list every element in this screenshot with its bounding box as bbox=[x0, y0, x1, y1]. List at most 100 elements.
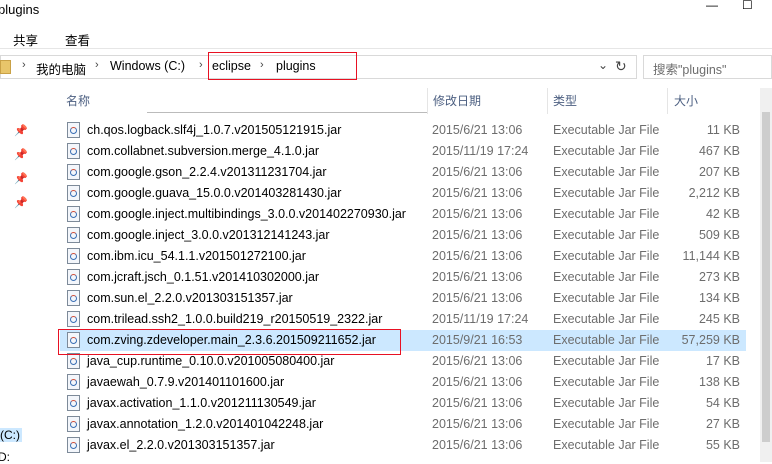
title-bar bbox=[0, 0, 772, 24]
file-row[interactable]: com.google.inject.multibindings_3.0.0.v2… bbox=[60, 204, 746, 225]
file-type: Executable Jar File bbox=[553, 438, 660, 452]
file-name: javax.activation_1.1.0.v201211130549.jar bbox=[87, 396, 316, 410]
jar-file-icon bbox=[67, 374, 80, 390]
jar-file-icon bbox=[67, 269, 80, 285]
file-row[interactable]: com.google.guava_15.0.0.v201403281430.ja… bbox=[60, 183, 746, 204]
file-type: Executable Jar File bbox=[553, 207, 660, 221]
file-row[interactable]: javax.el_2.2.0.v201303151357.jar 2015/6/… bbox=[60, 435, 746, 456]
file-row[interactable]: com.sun.el_2.2.0.v201303151357.jar 2015/… bbox=[60, 288, 746, 309]
file-type: Executable Jar File bbox=[553, 375, 660, 389]
file-date: 2015/6/21 13:06 bbox=[432, 291, 523, 305]
file-date: 2015/6/21 13:06 bbox=[432, 123, 523, 137]
file-type: Executable Jar File bbox=[553, 354, 660, 368]
file-size: 245 KB bbox=[698, 312, 740, 326]
file-type: Executable Jar File bbox=[553, 396, 660, 410]
file-name: com.collabnet.subversion.merge_4.1.0.jar bbox=[87, 144, 320, 158]
file-row[interactable]: com.ibm.icu_54.1.1.v201501272100.jar 201… bbox=[60, 246, 746, 267]
minimize-button[interactable]: — bbox=[706, 0, 718, 12]
file-size: 2,212 KB bbox=[688, 186, 740, 200]
breadcrumb-drive-c[interactable]: Windows (C:) bbox=[110, 59, 185, 73]
file-date: 2015/6/21 13:06 bbox=[432, 186, 523, 200]
file-date: 2015/9/21 16:53 bbox=[432, 333, 523, 347]
file-row[interactable]: com.trilead.ssh2_1.0.0.build219_r2015051… bbox=[60, 309, 746, 330]
tab-share[interactable]: 共享 bbox=[13, 30, 38, 49]
file-type: Executable Jar File bbox=[553, 186, 660, 200]
file-row[interactable]: javaewah_0.7.9.v201401101600.jar 2015/6/… bbox=[60, 372, 746, 393]
jar-file-icon bbox=[67, 122, 80, 138]
file-date: 2015/6/21 13:06 bbox=[432, 270, 523, 284]
file-list: ch.qos.logback.slf4j_1.0.7.v201505121915… bbox=[0, 118, 760, 462]
file-name: ch.qos.logback.slf4j_1.0.7.v201505121915… bbox=[87, 123, 342, 137]
file-date: 2015/6/21 13:06 bbox=[432, 354, 523, 368]
file-type: Executable Jar File bbox=[553, 417, 660, 431]
jar-file-icon bbox=[67, 248, 80, 264]
tab-view[interactable]: 查看 bbox=[65, 30, 90, 49]
scrollbar-thumb[interactable] bbox=[762, 112, 770, 442]
file-name: javax.el_2.2.0.v201303151357.jar bbox=[87, 438, 275, 452]
file-name: com.sun.el_2.2.0.v201303151357.jar bbox=[87, 291, 293, 305]
file-type: Executable Jar File bbox=[553, 249, 660, 263]
file-name: javaewah_0.7.9.v201401101600.jar bbox=[87, 375, 285, 389]
file-size: 138 KB bbox=[698, 375, 740, 389]
file-row[interactable]: javax.annotation_1.2.0.v201401042248.jar… bbox=[60, 414, 746, 435]
file-size: 27 KB bbox=[705, 417, 740, 431]
file-type: Executable Jar File bbox=[553, 165, 660, 179]
search-placeholder: 搜索"plugins" bbox=[653, 63, 727, 77]
column-header-type[interactable]: 类型 bbox=[553, 92, 577, 109]
file-size: 55 KB bbox=[705, 438, 740, 452]
file-size: 54 KB bbox=[705, 396, 740, 410]
file-name: com.jcraft.jsch_0.1.51.v201410302000.jar bbox=[87, 270, 320, 284]
file-name: java_cup.runtime_0.10.0.v201005080400.ja… bbox=[87, 354, 335, 368]
file-type: Executable Jar File bbox=[553, 291, 660, 305]
file-size: 11,144 KB bbox=[682, 249, 740, 263]
breadcrumb-my-computer[interactable]: 我的电脑 bbox=[36, 59, 86, 78]
column-header-size[interactable]: 大小 bbox=[674, 92, 698, 109]
jar-file-icon bbox=[67, 206, 80, 222]
file-name: com.google.guava_15.0.0.v201403281430.ja… bbox=[87, 186, 342, 200]
file-type: Executable Jar File bbox=[553, 123, 660, 137]
chevron-right-icon: › bbox=[199, 59, 203, 71]
file-size: 42 KB bbox=[705, 207, 740, 221]
jar-file-icon bbox=[67, 437, 80, 453]
column-header-name[interactable]: 名称 bbox=[66, 92, 90, 109]
jar-file-icon bbox=[67, 395, 80, 411]
file-row[interactable]: javax.activation_1.1.0.v201211130549.jar… bbox=[60, 393, 746, 414]
file-size: 57,259 KB bbox=[681, 333, 740, 347]
file-date: 2015/6/21 13:06 bbox=[432, 396, 523, 410]
folder-icon bbox=[0, 60, 11, 74]
file-date: 2015/6/21 13:06 bbox=[432, 207, 523, 221]
file-row[interactable]: com.google.inject_3.0.0.v201312141243.ja… bbox=[60, 225, 746, 246]
file-size: 467 KB bbox=[698, 144, 740, 158]
file-size: 509 KB bbox=[698, 228, 740, 242]
file-date: 2015/11/19 17:24 bbox=[432, 312, 529, 326]
jar-file-icon bbox=[67, 143, 80, 159]
file-row[interactable]: com.jcraft.jsch_0.1.51.v201410302000.jar… bbox=[60, 267, 746, 288]
chevron-right-icon: › bbox=[95, 59, 99, 71]
list-item-partial bbox=[60, 108, 746, 116]
jar-file-icon bbox=[67, 311, 80, 327]
file-row[interactable]: ch.qos.logback.slf4j_1.0.7.v201505121915… bbox=[60, 120, 746, 141]
file-date: 2015/6/21 13:06 bbox=[432, 375, 523, 389]
file-size: 134 KB bbox=[698, 291, 740, 305]
file-type: Executable Jar File bbox=[553, 270, 660, 284]
file-row[interactable]: com.google.gson_2.2.4.v201311231704.jar … bbox=[60, 162, 746, 183]
file-name: javax.annotation_1.2.0.v201401042248.jar bbox=[87, 417, 324, 431]
column-header-date[interactable]: 修改日期 bbox=[433, 92, 481, 109]
file-type: Executable Jar File bbox=[553, 228, 660, 242]
file-date: 2015/6/21 13:06 bbox=[432, 165, 523, 179]
file-size: 207 KB bbox=[698, 165, 740, 179]
path-highlight bbox=[208, 52, 357, 80]
file-type: Executable Jar File bbox=[553, 333, 660, 347]
jar-file-icon bbox=[67, 185, 80, 201]
jar-file-icon bbox=[67, 353, 80, 369]
jar-file-icon bbox=[67, 416, 80, 432]
chevron-down-icon[interactable]: ⌄ bbox=[598, 58, 608, 72]
ribbon bbox=[0, 24, 772, 49]
file-type: Executable Jar File bbox=[553, 312, 660, 326]
refresh-icon[interactable]: ↻ bbox=[615, 58, 627, 75]
jar-file-icon bbox=[67, 290, 80, 306]
file-name: com.google.inject.multibindings_3.0.0.v2… bbox=[87, 207, 406, 221]
maximize-button[interactable]: ☐ bbox=[742, 0, 753, 12]
file-row[interactable]: com.collabnet.subversion.merge_4.1.0.jar… bbox=[60, 141, 746, 162]
file-name: com.trilead.ssh2_1.0.0.build219_r2015051… bbox=[87, 312, 383, 326]
